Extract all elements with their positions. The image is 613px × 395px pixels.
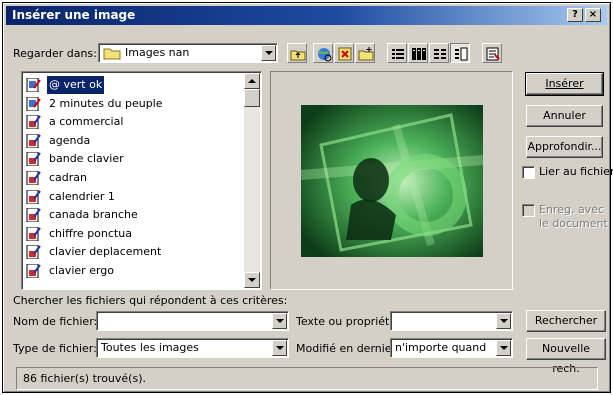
- cancel-button-label: Annuler: [543, 109, 586, 122]
- status-text: 86 fichier(s) trouvé(s).: [23, 372, 146, 385]
- advanced-button-label: Approfondir...: [527, 140, 602, 153]
- save-with-document-label-text: Enreg. avec le document: [539, 203, 608, 230]
- image-file-icon: [26, 114, 42, 130]
- insert-button[interactable]: Insérer: [525, 72, 604, 96]
- scroll-up-button[interactable]: [244, 73, 260, 89]
- search-button[interactable]: Rechercher: [526, 310, 606, 332]
- window-title: Insérer une image: [12, 8, 136, 22]
- create-folder-button[interactable]: [355, 43, 375, 63]
- scroll-down-button[interactable]: [244, 272, 260, 288]
- file-name-dropdown-arrow[interactable]: [272, 313, 287, 329]
- file-list[interactable]: @ vert ok 2 minutes du peuple a commercial…: [21, 71, 262, 290]
- modified-label: Modifié en dernier:: [296, 342, 400, 356]
- text-property-label: Texte ou propriété:: [296, 315, 400, 329]
- folder-icon: [103, 46, 121, 63]
- file-type-label-text: Type de fichier:: [13, 342, 97, 355]
- list-view-button[interactable]: [387, 43, 407, 63]
- insert-image-dialog: Insérer une image ? × Regarder dans: Ima…: [2, 2, 613, 393]
- clipart-file-icon: [26, 77, 42, 93]
- advanced-button[interactable]: Approfondir...: [526, 136, 603, 158]
- list-item-label: 2 minutes du peuple: [49, 96, 163, 110]
- link-to-file-label-text: Lier au fichier: [539, 165, 613, 178]
- list-item-label: cadran: [49, 171, 88, 184]
- list-item-label: @ vert ok: [47, 76, 105, 94]
- look-in-combo[interactable]: Images nan: [98, 43, 278, 63]
- list-item-label: clavier deplacement: [49, 245, 162, 259]
- list-item-label: clavier ergo: [49, 264, 115, 277]
- up-one-level-button[interactable]: [287, 43, 307, 63]
- file-list-scrollbar[interactable]: [244, 73, 260, 288]
- preview-image: [301, 105, 483, 257]
- look-in-label-text: Regarder dans:: [13, 47, 97, 60]
- criteria-heading-text: Chercher les fichiers qui répondent à ce…: [13, 294, 288, 307]
- list-item-label: calendrier 1: [49, 189, 115, 203]
- file-type-dropdown-arrow[interactable]: [272, 340, 287, 356]
- scroll-thumb[interactable]: [244, 89, 260, 107]
- file-type-label: Type de fichier:: [13, 342, 97, 356]
- image-file-icon: [26, 244, 42, 260]
- details-view-button[interactable]: [408, 43, 428, 63]
- cancel-button[interactable]: Annuler: [526, 105, 603, 127]
- properties-view-button[interactable]: [429, 43, 449, 63]
- text-property-dropdown-arrow[interactable]: [496, 313, 511, 329]
- tools-button[interactable]: [482, 43, 502, 63]
- file-name-combo[interactable]: [96, 311, 289, 331]
- list-item-label: a commercial: [49, 115, 124, 129]
- delete-button[interactable]: [334, 43, 354, 63]
- close-button[interactable]: ×: [585, 8, 601, 22]
- list-item-label: chiffre ponctua: [49, 226, 132, 240]
- list-item-label: bande clavier: [49, 152, 124, 166]
- link-to-file-label[interactable]: Lier au fichier: [539, 165, 613, 179]
- modified-value: n'importe quand: [395, 341, 487, 354]
- title-bar: Insérer une image ? ×: [6, 6, 607, 25]
- insert-button-label: Insérer: [545, 77, 584, 90]
- list-item-label: agenda: [49, 133, 91, 147]
- preview-view-button[interactable]: [450, 43, 470, 63]
- help-button[interactable]: ?: [567, 8, 583, 22]
- list-item-label: canada branche: [49, 208, 138, 222]
- image-file-icon: [26, 151, 42, 167]
- clipart-file-icon: [26, 96, 42, 112]
- image-file-icon: [26, 226, 42, 242]
- look-in-value: Images nan: [125, 46, 190, 59]
- status-bar: 86 fichier(s) trouvé(s).: [16, 367, 598, 390]
- modified-dropdown-arrow[interactable]: [496, 340, 511, 356]
- new-search-button[interactable]: Nouvelle rech.: [526, 338, 606, 375]
- modified-label-text: Modifié en dernier:: [296, 342, 400, 355]
- file-type-combo[interactable]: Toutes les images: [96, 338, 289, 358]
- save-with-document-label: Enreg. avec le document: [539, 203, 609, 231]
- image-file-icon: [26, 263, 42, 279]
- look-in-label: Regarder dans:: [13, 47, 97, 61]
- image-file-icon: [26, 207, 42, 223]
- file-name-label-text: Nom de fichier:: [13, 315, 98, 328]
- file-type-value: Toutes les images: [101, 341, 199, 354]
- image-file-icon: [26, 133, 42, 149]
- text-property-combo[interactable]: [390, 311, 513, 331]
- criteria-heading: Chercher les fichiers qui répondent à ce…: [13, 294, 287, 308]
- image-file-icon: [26, 189, 42, 205]
- arrow-up-icon: [248, 79, 256, 83]
- save-with-document-checkbox[interactable]: [522, 204, 535, 217]
- link-to-file-checkbox[interactable]: [522, 166, 535, 179]
- search-button-label: Rechercher: [534, 314, 598, 327]
- file-name-label: Nom de fichier:: [13, 315, 97, 329]
- text-property-label-text: Texte ou propriété:: [296, 315, 400, 328]
- look-in-dropdown-arrow[interactable]: [261, 45, 276, 61]
- image-file-icon: [26, 170, 42, 186]
- arrow-down-icon: [248, 278, 256, 282]
- search-web-button[interactable]: [313, 43, 333, 63]
- preview-pane: [270, 71, 513, 290]
- modified-combo[interactable]: n'importe quand: [390, 338, 513, 358]
